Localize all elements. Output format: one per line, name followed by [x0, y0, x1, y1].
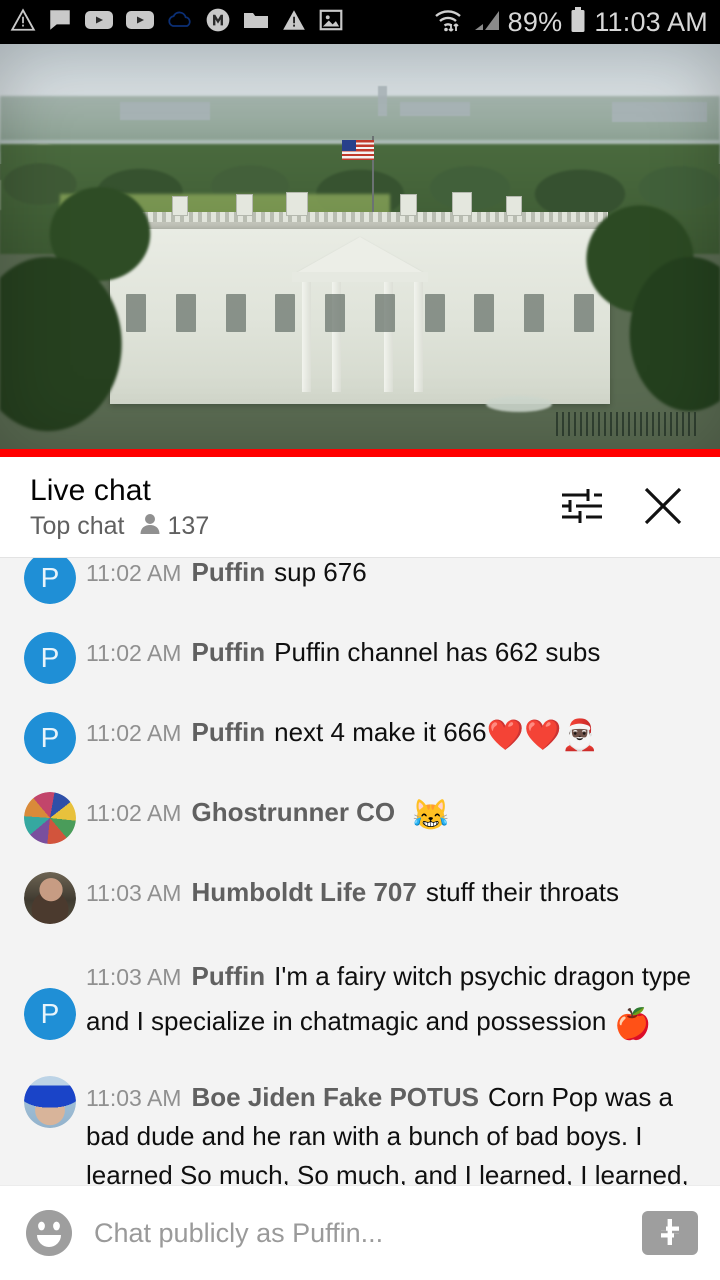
- chat-message-body: 11:03 AM Humboldt Life 707 stuff their thr…: [86, 872, 696, 912]
- live-chat-message-list[interactable]: P 11:02 AM Puffin sup 676 P 11:02 AM Puffin…: [0, 557, 720, 1185]
- live-progress-bar[interactable]: [0, 449, 720, 457]
- message-timestamp: 11:03 AM: [86, 964, 182, 990]
- folder-icon: [242, 8, 270, 37]
- battery-icon: [569, 6, 587, 39]
- chat-mode-label[interactable]: Top chat: [30, 512, 125, 541]
- chat-message-body: 11:02 AM Puffin next 4 make it 666❤️❤️🎅🏿: [86, 712, 696, 758]
- avatar-initial: P: [24, 632, 76, 684]
- chat-bubble-icon: [47, 7, 73, 38]
- avatar[interactable]: P: [24, 558, 76, 604]
- message-timestamp: 11:03 AM: [86, 880, 182, 906]
- clock-label: 11:03 AM: [594, 6, 708, 37]
- viewer-count: 137: [167, 511, 210, 540]
- message-author[interactable]: Puffin: [191, 961, 265, 991]
- message-text: Puffin channel has 662 subs: [274, 637, 601, 667]
- message-author[interactable]: Puffin: [191, 637, 265, 667]
- status-bar-notification-icons: [10, 7, 344, 38]
- avatar-initial: P: [24, 988, 76, 1040]
- message-emoji: 🍎: [614, 1007, 652, 1041]
- status-bar: 89% 11:03 AM: [0, 0, 720, 44]
- chat-subheader: Top chat 137: [30, 512, 209, 541]
- chat-message[interactable]: P 11:02 AM Puffin sup 676: [0, 557, 720, 604]
- person-icon: [139, 512, 161, 541]
- message-emoji: ❤️❤️🎅🏿: [486, 719, 599, 752]
- viewer-count-group: 137: [139, 511, 210, 541]
- chat-input-bar: [0, 1185, 720, 1280]
- message-text: sup 676: [274, 557, 367, 587]
- video-player[interactable]: [0, 44, 720, 449]
- warning-triangle-icon: [281, 7, 307, 38]
- message-timestamp: 11:02 AM: [86, 720, 182, 746]
- status-bar-system-icons: 89% 11:03 AM: [432, 6, 708, 39]
- page-title: Live chat: [30, 473, 151, 507]
- close-chat-button[interactable]: [640, 483, 686, 532]
- cell-signal-icon: [473, 7, 501, 38]
- avatar[interactable]: P: [24, 632, 76, 684]
- chat-settings-button[interactable]: [558, 484, 604, 531]
- avatar-initial: P: [24, 558, 76, 604]
- avatar-image: [24, 792, 76, 844]
- chat-message-body: 11:03 AM Boe Jiden Fake POTUS Corn Pop was…: [86, 1076, 696, 1185]
- chat-message[interactable]: 11:03 AM Humboldt Life 707 stuff their thr…: [0, 844, 720, 924]
- chat-message[interactable]: 11:02 AM Ghostrunner CO 😹: [0, 764, 720, 844]
- avatar[interactable]: [24, 792, 76, 844]
- image-icon: [318, 7, 344, 38]
- video-vignette: [0, 44, 720, 449]
- message-author[interactable]: Humboldt Life 707: [191, 877, 416, 907]
- message-text: next 4 make it 666: [274, 717, 487, 747]
- chat-message-body: 11:03 AM Puffin I'm a fairy witch psychic …: [86, 952, 696, 1050]
- cloud-icon: [166, 8, 194, 37]
- message-timestamp: 11:02 AM: [86, 800, 182, 826]
- wifi-icon: [432, 6, 466, 39]
- message-timestamp: 11:02 AM: [86, 640, 182, 666]
- chat-input[interactable]: [94, 1217, 620, 1249]
- live-chat-header: Live chat Top chat 137: [0, 457, 720, 557]
- chat-message[interactable]: P 11:03 AM Puffin I'm a fairy witch psychi…: [0, 924, 720, 1050]
- message-timestamp: 11:03 AM: [86, 1085, 182, 1112]
- message-text: stuff their throats: [425, 877, 620, 907]
- live-chat-header-actions: [558, 483, 698, 532]
- warning-triangle-icon: [10, 7, 36, 38]
- chat-message[interactable]: 11:03 AM Boe Jiden Fake POTUS Corn Pop was…: [0, 1050, 720, 1185]
- message-author[interactable]: Ghostrunner CO: [191, 797, 395, 827]
- chat-message-body: 11:02 AM Puffin sup 676: [86, 557, 696, 592]
- emoji-picker-button[interactable]: [26, 1209, 72, 1258]
- tune-icon: [558, 484, 604, 531]
- avatar-initial: P: [24, 712, 76, 764]
- avatar[interactable]: P: [24, 712, 76, 764]
- message-author[interactable]: Puffin: [191, 717, 265, 747]
- chat-message[interactable]: P 11:02 AM Puffin Puffin channel has 662 s…: [0, 604, 720, 684]
- avatar-image: [24, 872, 76, 924]
- message-author[interactable]: Puffin: [191, 558, 265, 587]
- message-emoji: 😹: [412, 799, 450, 832]
- avatar[interactable]: [24, 1076, 76, 1129]
- live-chat-header-text: Live chat Top chat 137: [30, 474, 209, 541]
- avatar[interactable]: P: [24, 988, 76, 1040]
- chat-message-body: 11:02 AM Puffin Puffin channel has 662 sub…: [86, 632, 696, 672]
- chat-message-body: 11:02 AM Ghostrunner CO 😹: [86, 792, 696, 838]
- m-circle-icon: [205, 7, 231, 38]
- avatar[interactable]: [24, 872, 76, 924]
- superchat-button[interactable]: [642, 1211, 698, 1255]
- avatar-image: [24, 1076, 76, 1129]
- youtube-icon: [125, 8, 155, 37]
- youtube-icon: [84, 8, 114, 37]
- battery-percent-label: 89%: [507, 6, 563, 37]
- close-icon: [640, 483, 686, 532]
- dollar-sign-icon: [653, 1215, 687, 1252]
- emoji-smiley-icon: [26, 1209, 72, 1258]
- chat-message[interactable]: P 11:02 AM Puffin next 4 make it 666❤️❤️🎅🏿: [0, 684, 720, 764]
- message-timestamp: 11:02 AM: [86, 560, 182, 586]
- message-author[interactable]: Boe Jiden Fake POTUS: [191, 1082, 479, 1112]
